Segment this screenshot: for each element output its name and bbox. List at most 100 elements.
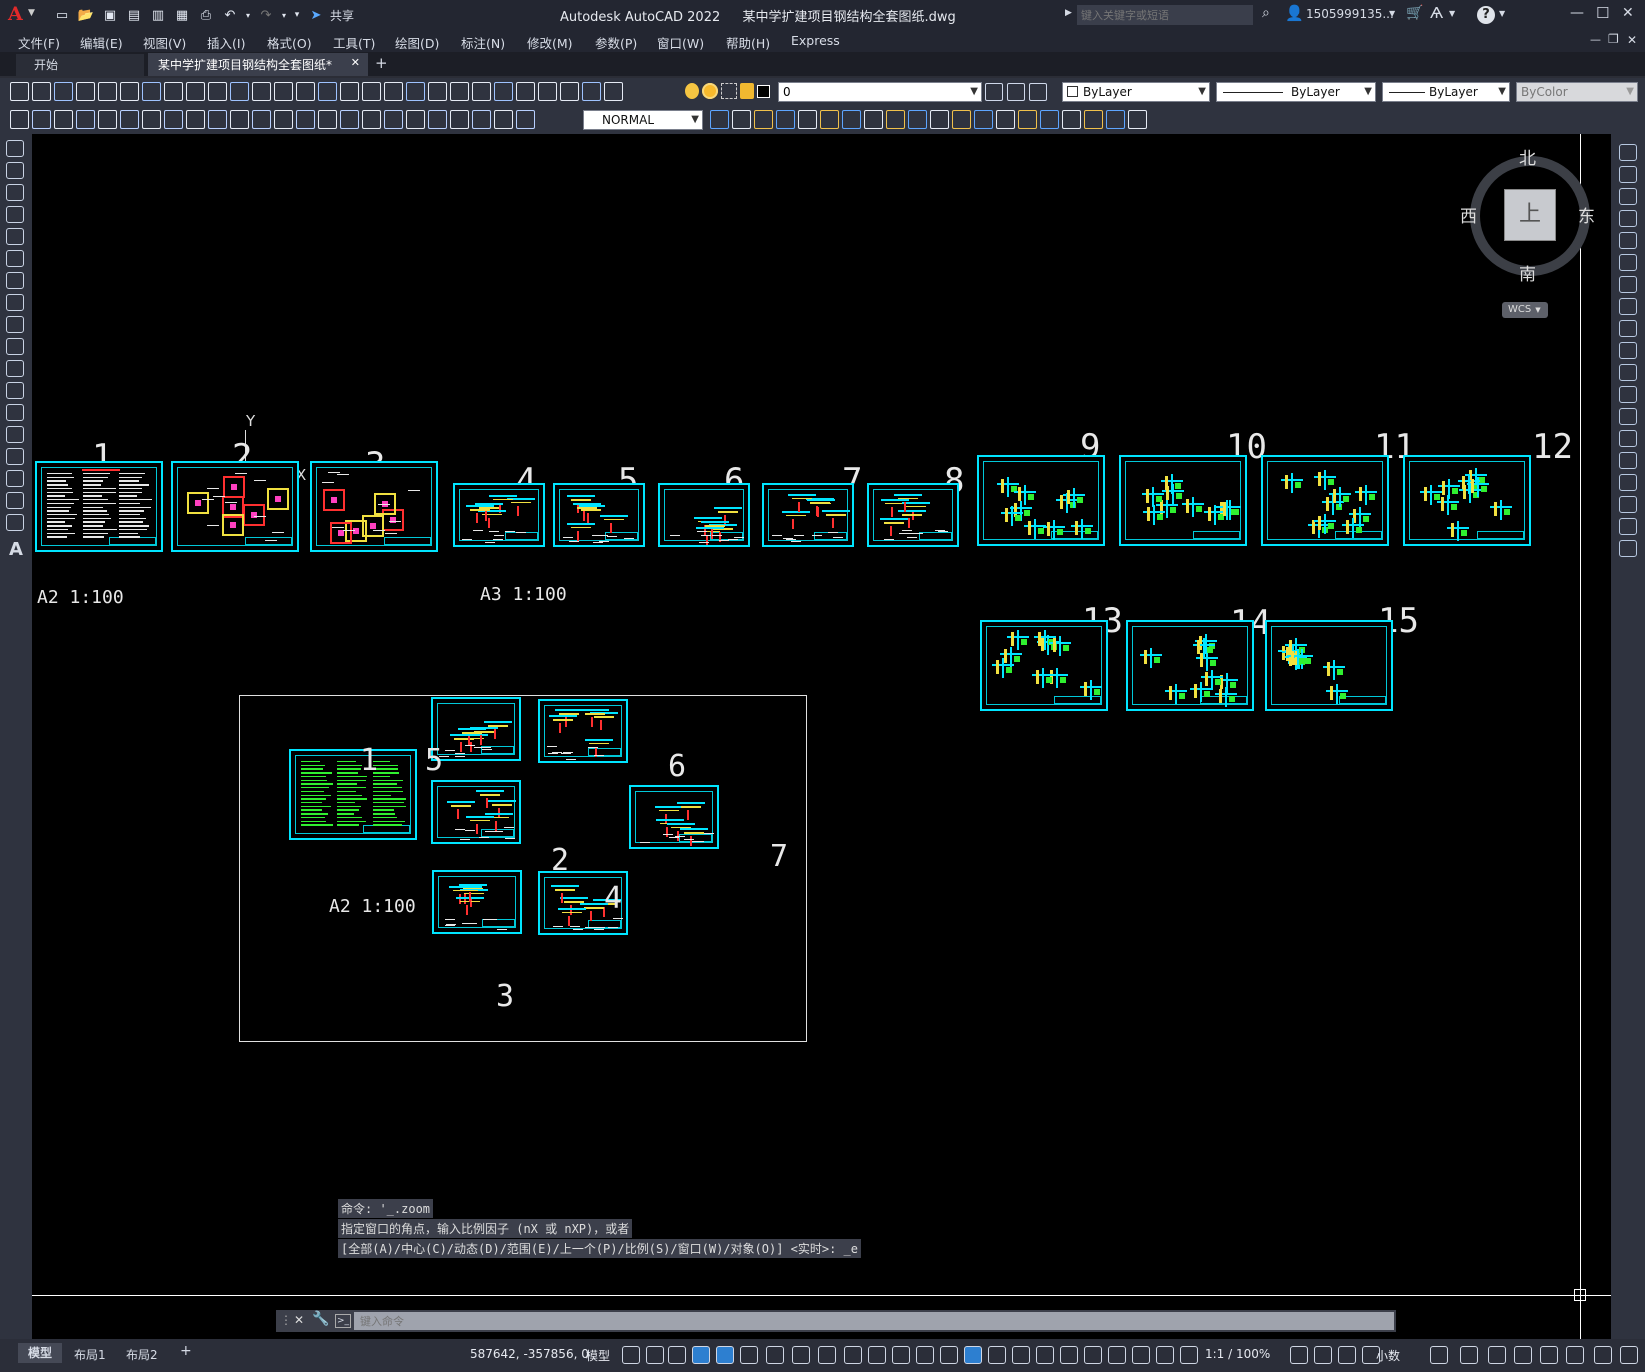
status-toggle-15-icon[interactable] (964, 1346, 982, 1364)
viewcube-north[interactable]: 北 (1519, 144, 1536, 169)
model-space-canvas[interactable]: 上 北 南 西 东 WCS▼ Y X 1 2 3 4 5 6 7 8 9 10 … (32, 134, 1611, 1339)
layer-previous-icon[interactable] (1029, 83, 1047, 101)
drawing-sheet-12[interactable] (1403, 455, 1531, 546)
menu-view[interactable]: 视图(V) (143, 33, 186, 52)
layout-tab-layout1[interactable]: 布局1 (74, 1346, 106, 1363)
draw-tool-5-icon[interactable] (6, 228, 24, 245)
standard-tool-10-icon[interactable] (208, 82, 227, 101)
draw-tool-8-icon[interactable] (6, 294, 24, 311)
standard-tool-8-icon[interactable] (164, 82, 183, 101)
modify-tool-10-icon[interactable] (908, 110, 927, 129)
dimension-tool-8-icon[interactable] (164, 110, 183, 129)
draw-tool-15-icon[interactable] (6, 448, 24, 465)
dimension-tool-18-icon[interactable] (384, 110, 403, 129)
layer-viewport-icon[interactable] (721, 83, 737, 99)
modify-side-tool-2-icon[interactable] (1619, 166, 1637, 183)
modify-side-tool-19-icon[interactable] (1619, 540, 1637, 557)
draw-tool-9-icon[interactable] (6, 316, 24, 333)
drawing-sheet-4[interactable] (453, 483, 545, 547)
standard-tool-3-icon[interactable] (54, 82, 73, 101)
modify-tool-11-icon[interactable] (930, 110, 949, 129)
dimension-tool-15-icon[interactable] (318, 110, 337, 129)
drawing-sheet-11[interactable] (1261, 455, 1389, 546)
status-toggle-1-icon[interactable] (622, 1346, 640, 1364)
modify-tool-17-icon[interactable] (1062, 110, 1081, 129)
a360-dropdown-icon[interactable]: ▼ (1449, 9, 1455, 18)
doc-minimize-icon[interactable]: — (1590, 33, 1601, 46)
redo-dropdown-icon[interactable]: ▾ (280, 5, 288, 25)
standard-tool-21-icon[interactable] (450, 82, 469, 101)
dimension-tool-2-icon[interactable] (32, 110, 51, 129)
share-label[interactable]: 共享 (330, 7, 354, 24)
standard-tool-6-icon[interactable] (120, 82, 139, 101)
status-toggle-25-icon[interactable] (1290, 1346, 1308, 1364)
status-toggle-20-icon[interactable] (1084, 1346, 1102, 1364)
dimension-tool-3-icon[interactable] (54, 110, 73, 129)
save-to-web-icon[interactable]: ▦ (172, 5, 192, 25)
command-grip-icon[interactable]: ⋮ (280, 1313, 292, 1327)
standard-tool-27-icon[interactable] (582, 82, 601, 101)
modify-tool-16-icon[interactable] (1040, 110, 1059, 129)
modify-tool-7-icon[interactable] (842, 110, 861, 129)
drawing-sheet-13[interactable] (980, 620, 1108, 711)
modify-tool-4-icon[interactable] (776, 110, 795, 129)
dimension-tool-10-icon[interactable] (208, 110, 227, 129)
viewcube-south[interactable]: 南 (1519, 260, 1536, 285)
command-input[interactable] (354, 1312, 1394, 1330)
dimension-tool-23-icon[interactable] (494, 110, 513, 129)
status-toggle-19-icon[interactable] (1060, 1346, 1078, 1364)
draw-tool-7-icon[interactable] (6, 272, 24, 289)
app-menu-arrow-icon[interactable]: ▼ (28, 8, 35, 18)
drawing-sheet-14[interactable] (1126, 620, 1254, 711)
draw-tool-1-icon[interactable] (6, 140, 24, 157)
drawing-sheet-2[interactable] (171, 461, 299, 552)
tab-close-icon[interactable]: ✕ (351, 56, 360, 69)
draw-tool-14-icon[interactable] (6, 426, 24, 443)
standard-tool-25-icon[interactable] (538, 82, 557, 101)
standard-tool-16-icon[interactable] (340, 82, 359, 101)
modify-tool-2-icon[interactable] (732, 110, 751, 129)
coordinates-readout[interactable]: 587642, -357856, 0 (470, 1347, 589, 1361)
drawing-sheet-15[interactable] (1265, 620, 1393, 711)
status-toggle-8-icon[interactable] (792, 1346, 810, 1364)
units-display[interactable]: 小数 (1376, 1347, 1400, 1364)
status-toggle-12-icon[interactable] (892, 1346, 910, 1364)
menu-draw[interactable]: 绘图(D) (395, 33, 439, 52)
status-toggle-23-icon[interactable] (1156, 1346, 1174, 1364)
standard-tool-14-icon[interactable] (296, 82, 315, 101)
wcs-menu[interactable]: WCS ▼ (1502, 302, 1548, 318)
drawing-sheet-9[interactable] (977, 455, 1105, 546)
modify-side-tool-13-icon[interactable] (1619, 408, 1637, 425)
status-toggle-35-icon[interactable] (1594, 1346, 1612, 1364)
dimension-tool-12-icon[interactable] (252, 110, 271, 129)
modify-side-tool-17-icon[interactable] (1619, 496, 1637, 513)
menu-file[interactable]: 文件(F) (18, 33, 60, 52)
user-dropdown-icon[interactable]: ▼ (1389, 9, 1395, 18)
menu-edit[interactable]: 编辑(E) (80, 33, 123, 52)
standard-tool-28-icon[interactable] (604, 82, 623, 101)
search-input[interactable] (1077, 5, 1253, 25)
layout-tab-layout2[interactable]: 布局2 (126, 1346, 158, 1363)
new-file-icon[interactable]: ▭ (52, 5, 72, 25)
layout-tab-model[interactable]: 模型 (18, 1343, 62, 1363)
maximize-button[interactable]: ☐ (1596, 4, 1609, 22)
menu-tools[interactable]: 工具(T) (333, 33, 375, 52)
modify-tool-8-icon[interactable] (864, 110, 883, 129)
standard-tool-18-icon[interactable] (384, 82, 403, 101)
status-toggle-11-icon[interactable] (868, 1346, 886, 1364)
standard-tool-4-icon[interactable] (76, 82, 95, 101)
dimension-tool-5-icon[interactable] (98, 110, 117, 129)
standard-tool-11-icon[interactable] (230, 82, 249, 101)
status-toggle-21-icon[interactable] (1108, 1346, 1126, 1364)
status-toggle-34-icon[interactable] (1566, 1346, 1584, 1364)
plot-icon[interactable]: ⎙ (196, 5, 216, 25)
dimension-tool-19-icon[interactable] (406, 110, 425, 129)
search-expand-icon[interactable]: ▶ (1065, 8, 1072, 18)
autodesk-a360-icon[interactable]: Ѧ (1430, 4, 1443, 22)
lineweight-select[interactable]: ByLayer ▼ (1382, 82, 1510, 102)
dimension-tool-17-icon[interactable] (362, 110, 381, 129)
save-icon[interactable]: ▣ (100, 5, 120, 25)
standard-tool-22-icon[interactable] (472, 82, 491, 101)
dimension-tool-11-icon[interactable] (230, 110, 249, 129)
viewcube-top-face[interactable]: 上 (1504, 189, 1556, 241)
